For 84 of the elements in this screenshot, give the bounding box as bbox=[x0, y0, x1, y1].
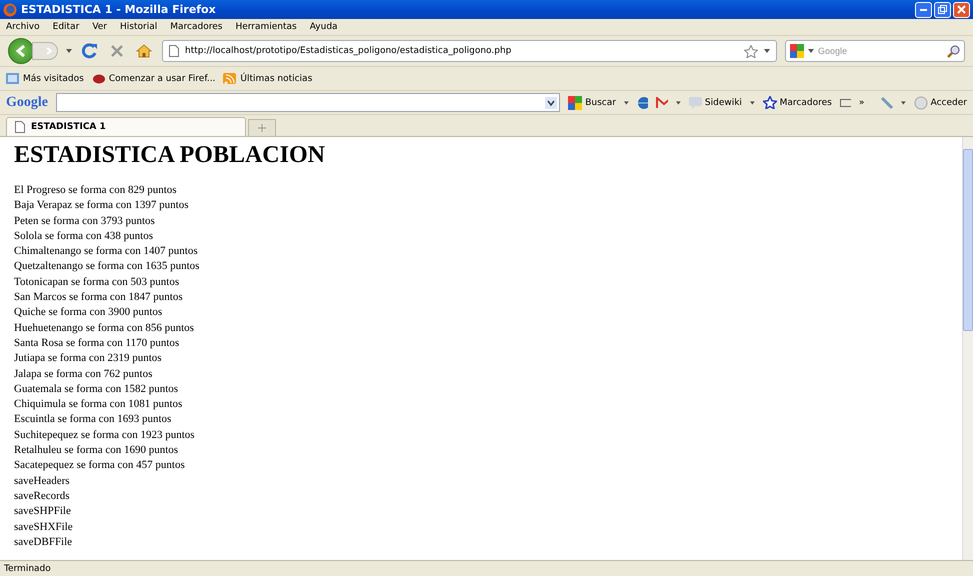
dropdown-icon[interactable] bbox=[545, 96, 558, 108]
text-line: Jutiapa se forma con 2319 puntos bbox=[14, 351, 163, 366]
minimize-button[interactable] bbox=[915, 2, 932, 18]
menu-item[interactable]: Marcadores bbox=[170, 22, 222, 32]
speech-bubble-icon bbox=[688, 96, 702, 108]
colored-squares-icon bbox=[568, 96, 582, 110]
star-icon[interactable] bbox=[744, 44, 758, 58]
search-icon[interactable] bbox=[947, 44, 960, 58]
home-button[interactable] bbox=[134, 44, 154, 58]
home-icon bbox=[136, 44, 152, 58]
text-line: saveSHXFile bbox=[14, 520, 74, 535]
text-line: Santa Rosa se forma con 1170 puntos bbox=[14, 336, 180, 351]
text-line: Suchitepequez se forma con 1923 puntos bbox=[14, 428, 196, 443]
menu-item[interactable]: Ayuda bbox=[310, 22, 338, 32]
page-icon bbox=[15, 121, 25, 133]
bookmark-link[interactable]: Últimas noticias bbox=[223, 73, 312, 84]
text-line: Quiche se forma con 3900 puntos bbox=[14, 305, 164, 320]
circle-icon bbox=[914, 96, 928, 110]
text-line: Chiquimula se forma con 1081 puntos bbox=[14, 397, 184, 412]
minimize-icon bbox=[920, 8, 927, 10]
sidewiki-button[interactable]: Sidewiki bbox=[688, 96, 742, 108]
more-button[interactable]: » bbox=[858, 98, 864, 108]
close-icon bbox=[957, 5, 966, 14]
browser-tab[interactable]: ESTADISTICA 1 bbox=[6, 117, 246, 136]
text-line: Huehuetenango se forma con 856 puntos bbox=[14, 320, 195, 336]
text-line: El Progreso se forma con 829 puntos bbox=[14, 183, 178, 198]
menu-item[interactable]: Editar bbox=[52, 22, 80, 32]
caret-icon bbox=[900, 100, 906, 104]
history-caret-icon bbox=[66, 49, 72, 53]
menu-item[interactable]: Historial bbox=[120, 22, 158, 32]
menu-item[interactable]: Herramientas bbox=[235, 22, 297, 32]
rss-icon bbox=[223, 73, 236, 84]
scrollbar[interactable] bbox=[962, 137, 973, 560]
text-line: Totonicapan se forma con 503 puntos bbox=[14, 274, 180, 290]
text-line: Peten se forma con 3793 puntos bbox=[14, 214, 156, 229]
close-button[interactable] bbox=[953, 2, 970, 18]
bookmarks-button[interactable]: Marcadores bbox=[762, 96, 832, 109]
reload-button[interactable] bbox=[80, 43, 100, 59]
search-field[interactable]: Google bbox=[785, 40, 965, 62]
reload-icon bbox=[82, 43, 98, 59]
restore-icon bbox=[938, 5, 947, 14]
page-icon bbox=[169, 45, 179, 57]
plus-icon bbox=[258, 124, 266, 132]
address-field[interactable]: http://localhost/prototipo/Estadisticas_poligono/estadistica_poligono.php bbox=[162, 40, 777, 62]
search-button[interactable]: Buscar bbox=[568, 96, 616, 110]
caret-icon bbox=[764, 49, 770, 53]
text-line: Chimaltenango se forma con 1407 puntos bbox=[14, 244, 199, 260]
back-button[interactable] bbox=[8, 38, 34, 64]
text-line: Guatemala se forma con 1582 puntos bbox=[14, 382, 180, 397]
text-line: Retalhuleu se forma con 1690 puntos bbox=[14, 443, 180, 458]
text-line: saveRecords bbox=[14, 488, 71, 504]
caret-icon bbox=[750, 100, 755, 104]
status-text: Terminado bbox=[4, 564, 51, 574]
text-line: Solola se forma con 438 puntos bbox=[14, 228, 154, 244]
url-input[interactable]: http://localhost/prototipo/Estadisticas_poligono/estadistica_poligono.php bbox=[185, 46, 738, 56]
text-line: San Marcos se forma con 1847 puntos bbox=[14, 290, 184, 306]
window-title: ESTADISTICA 1 - Mozilla Firefox bbox=[21, 3, 216, 16]
google-search-field[interactable] bbox=[56, 93, 560, 112]
caret-icon bbox=[808, 49, 814, 53]
text-line: saveDBFFile bbox=[14, 534, 74, 550]
text-line: Quetzaltenango se forma con 1635 puntos bbox=[14, 259, 200, 274]
bookmark-link[interactable]: Más visitados bbox=[6, 73, 84, 84]
text-line: Sacatepequez se forma con 457 puntos bbox=[14, 458, 186, 474]
caret-icon bbox=[624, 100, 629, 104]
text-line: Escuintla se forma con 1693 puntos bbox=[14, 412, 172, 428]
text-line: Baja Verapaz se forma con 1397 puntos bbox=[14, 198, 190, 214]
menu-item[interactable]: Ver bbox=[92, 22, 108, 32]
globe-icon[interactable] bbox=[636, 96, 648, 110]
stop-button[interactable] bbox=[108, 44, 126, 58]
star-icon bbox=[762, 96, 777, 109]
bookmark-link[interactable]: Comenzar a usar Firef... bbox=[92, 73, 216, 84]
caret-icon bbox=[676, 100, 681, 104]
sign-in-button[interactable]: Acceder bbox=[914, 96, 967, 110]
folder-icon bbox=[6, 73, 19, 84]
google-engine-icon bbox=[790, 44, 804, 58]
menu-item[interactable]: Archivo bbox=[6, 22, 40, 32]
text-line: saveHeaders bbox=[14, 474, 71, 489]
page-heading: ESTADISTICA POBLACION bbox=[14, 141, 326, 170]
stop-icon bbox=[110, 44, 124, 58]
restore-button[interactable] bbox=[934, 2, 951, 18]
oval-icon bbox=[92, 73, 105, 84]
text-line: saveSHPFile bbox=[14, 504, 72, 520]
text-line: Jalapa se forma con 762 puntos bbox=[14, 366, 154, 382]
google-logo: Google bbox=[6, 94, 48, 110]
